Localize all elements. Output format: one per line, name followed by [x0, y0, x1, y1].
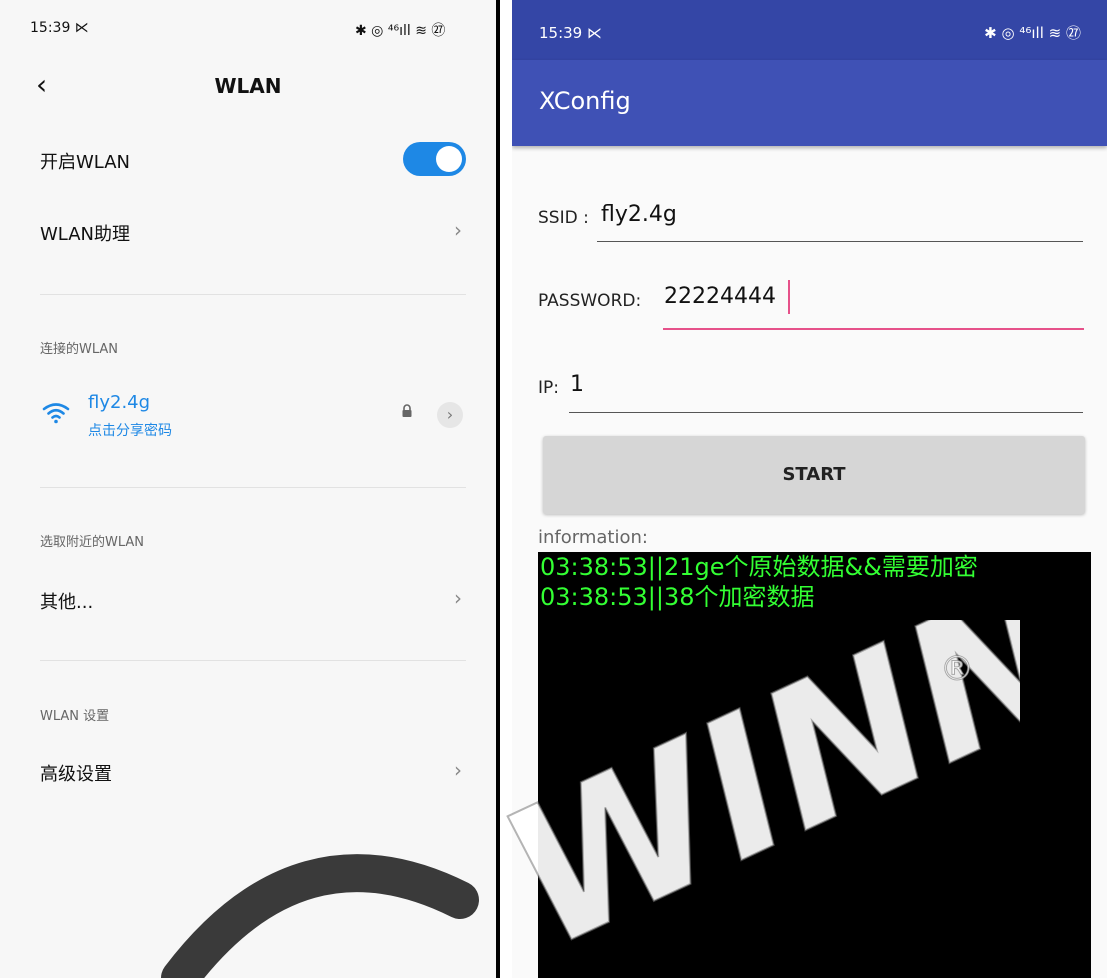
divider [40, 487, 466, 488]
wlan-assistant-row[interactable]: WLAN助理 › [0, 212, 496, 252]
share-password-link[interactable]: 点击分享密码 [88, 420, 172, 440]
ssid-label: SSID : [538, 208, 589, 228]
advanced-settings-label: 高级设置 [40, 764, 112, 785]
app-bar: XConfig [512, 60, 1107, 146]
password-field[interactable]: 22224444 [664, 284, 776, 309]
enable-wlan-label: 开启WLAN [40, 152, 131, 173]
status-icons: ✱ ◎ ⁴⁶ıll ≋ ㉗ [984, 24, 1081, 42]
wlan-toggle[interactable] [403, 142, 466, 176]
ip-label: IP: [538, 378, 559, 398]
text-cursor [788, 280, 790, 314]
status-icons: ✱ ◎ ⁴⁶ıll ≋ ㉗ [355, 23, 446, 39]
page-title: WLAN [214, 74, 282, 98]
other-network-row[interactable]: 其他... › [0, 580, 496, 620]
nav-bar: ‹ WLAN [0, 62, 496, 112]
advanced-settings-row[interactable]: 高级设置 › [0, 752, 496, 792]
log-console: 03:38:53||21ge个原始数据&&需要加密 03:38:53||38个加… [538, 552, 1091, 978]
password-underline [663, 328, 1084, 330]
chevron-right-icon: › [454, 586, 462, 610]
ip-field[interactable]: 1 [570, 372, 584, 397]
settings-section-header: WLAN 设置 [40, 709, 110, 724]
start-button-label: START [782, 464, 846, 485]
information-label: information: [538, 527, 648, 548]
password-label: PASSWORD: [538, 291, 642, 311]
log-line: 03:38:53||38个加密数据 [540, 583, 815, 611]
network-details-button[interactable]: › [437, 402, 463, 428]
panel-divider [496, 0, 500, 978]
ip-underline [569, 412, 1083, 413]
status-bar: 15:39 ⋉ ✱ ◎ ⁴⁶ıll ≋ ㉗ [512, 0, 1107, 60]
chevron-right-icon: › [454, 218, 462, 242]
ssid-field[interactable]: fly2.4g [601, 202, 677, 227]
app-title: XConfig [539, 87, 631, 115]
chevron-right-icon: › [454, 758, 462, 782]
toggle-knob [436, 146, 462, 172]
status-time: 15:39 ⋉ [539, 24, 602, 42]
wifi-icon [42, 403, 70, 424]
wlan-assistant-label: WLAN助理 [40, 224, 131, 245]
wlan-settings-screen: 15:39 ⋉ ✱ ◎ ⁴⁶ıll ≋ ㉗ ‹ WLAN 开启WLAN WLAN… [0, 0, 496, 978]
connected-section-header: 连接的WLAN [40, 342, 119, 357]
status-bar: 15:39 ⋉ ✱ ◎ ⁴⁶ıll ≋ ㉗ [0, 0, 496, 60]
log-line: 03:38:53||21ge个原始数据&&需要加密 [540, 553, 978, 581]
divider [40, 660, 466, 661]
start-button[interactable]: START [543, 436, 1085, 514]
lock-icon [402, 404, 412, 417]
divider [40, 294, 466, 295]
nearby-section-header: 选取附近的WLAN [40, 535, 145, 550]
network-name: fly2.4g [88, 392, 151, 413]
ssid-underline [597, 241, 1083, 242]
xconfig-app-screen: 15:39 ⋉ ✱ ◎ ⁴⁶ıll ≋ ㉗ XConfig SSID : fly… [512, 0, 1107, 978]
status-time: 15:39 ⋉ [30, 20, 89, 36]
other-network-label: 其他... [40, 592, 94, 613]
